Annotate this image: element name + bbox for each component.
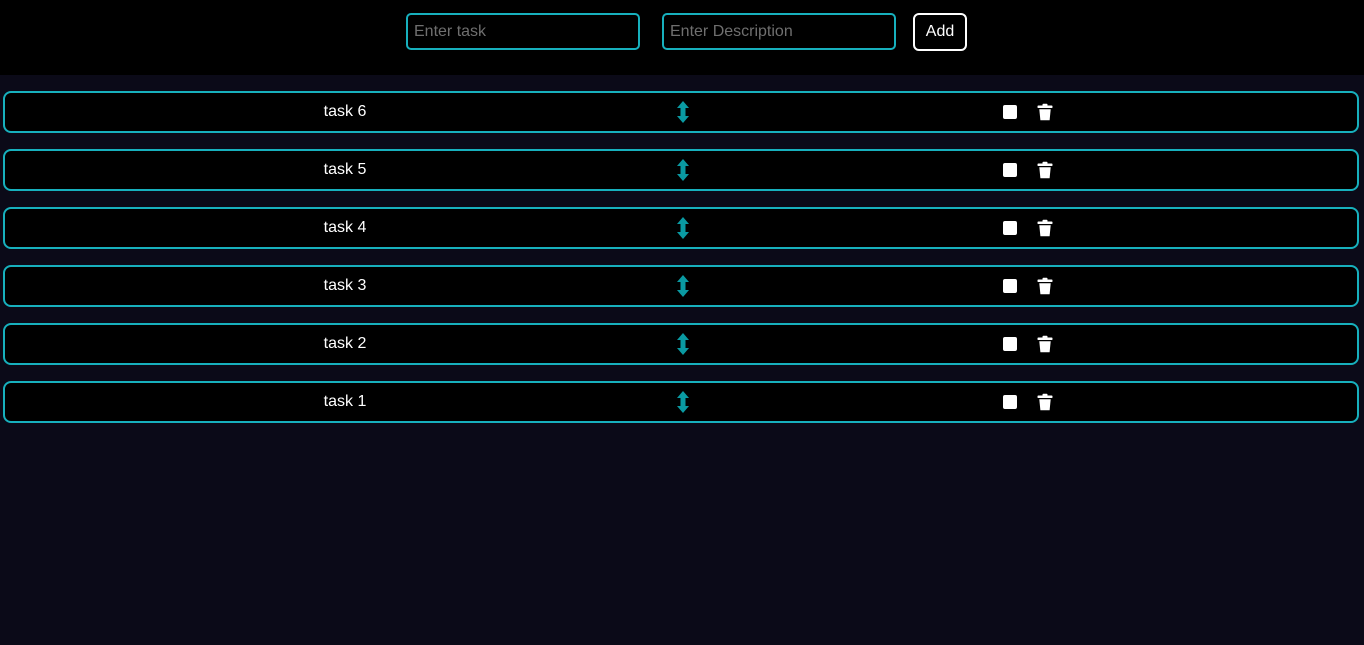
trash-icon[interactable] xyxy=(1036,161,1054,179)
trash-icon[interactable] xyxy=(1036,277,1054,295)
task-row[interactable]: task 3 xyxy=(3,265,1359,307)
task-row[interactable]: task 4 xyxy=(3,207,1359,249)
add-button[interactable]: Add xyxy=(913,13,967,51)
drag-vertical-arrows-icon[interactable] xyxy=(671,332,695,356)
task-title: task 3 xyxy=(323,277,367,294)
checkbox-icon[interactable] xyxy=(1003,395,1017,409)
drag-vertical-arrows-icon[interactable] xyxy=(671,158,695,182)
checkbox-icon[interactable] xyxy=(1003,279,1017,293)
task-row[interactable]: task 1 xyxy=(3,381,1359,423)
task-title: task 2 xyxy=(323,335,367,352)
task-row[interactable]: task 2 xyxy=(3,323,1359,365)
checkbox-icon[interactable] xyxy=(1003,105,1017,119)
drag-vertical-arrows-icon[interactable] xyxy=(671,390,695,414)
trash-icon[interactable] xyxy=(1036,219,1054,237)
drag-vertical-arrows-icon[interactable] xyxy=(671,274,695,298)
task-title: task 5 xyxy=(323,161,367,178)
task-title: task 4 xyxy=(323,219,367,236)
checkbox-icon[interactable] xyxy=(1003,163,1017,177)
task-list: task 6 task 5 task 4 task 3 task 2 task … xyxy=(3,91,1359,439)
task-row[interactable]: task 6 xyxy=(3,91,1359,133)
task-input[interactable] xyxy=(406,13,640,50)
drag-vertical-arrows-icon[interactable] xyxy=(671,216,695,240)
top-bar: Add xyxy=(0,0,1364,75)
trash-icon[interactable] xyxy=(1036,393,1054,411)
description-input[interactable] xyxy=(662,13,896,50)
checkbox-icon[interactable] xyxy=(1003,337,1017,351)
drag-vertical-arrows-icon[interactable] xyxy=(671,100,695,124)
trash-icon[interactable] xyxy=(1036,103,1054,121)
task-row[interactable]: task 5 xyxy=(3,149,1359,191)
checkbox-icon[interactable] xyxy=(1003,221,1017,235)
task-title: task 1 xyxy=(323,393,367,410)
task-title: task 6 xyxy=(323,103,367,120)
trash-icon[interactable] xyxy=(1036,335,1054,353)
